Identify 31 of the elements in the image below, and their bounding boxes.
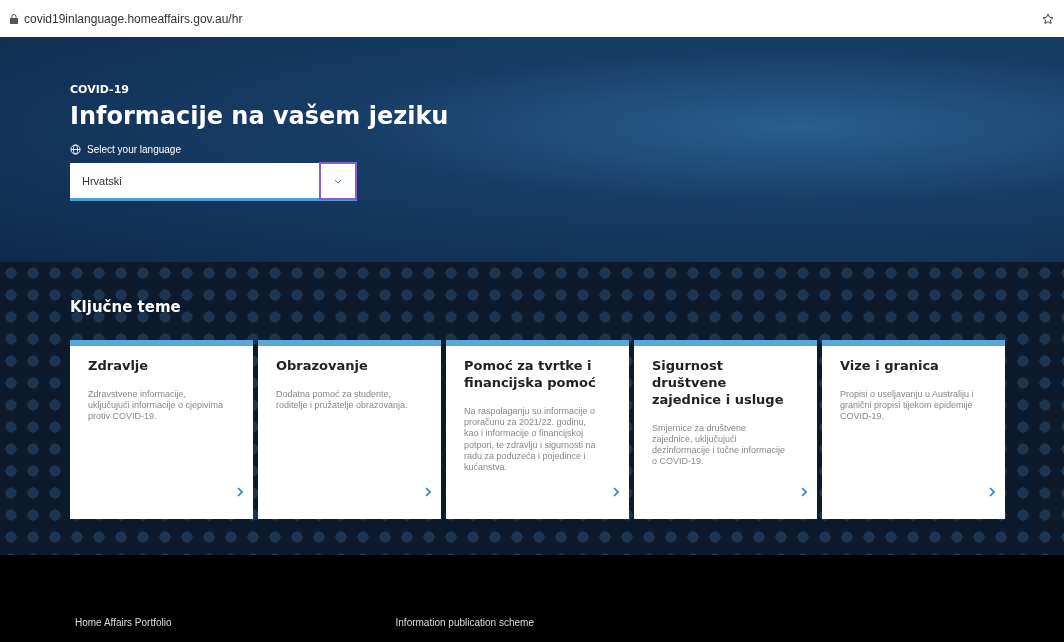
language-label: Select your language [87, 144, 181, 155]
card-title: Vize i granica [840, 358, 940, 375]
footer-link[interactable]: Home Affairs Portfolio [75, 617, 172, 642]
chevron-down-icon [334, 178, 342, 184]
dropdown-button[interactable] [319, 162, 357, 200]
chevron-right-icon [237, 487, 243, 497]
chevron-right-icon [801, 487, 807, 497]
topic-card[interactable] [446, 340, 629, 519]
card-title: Obrazovanje [276, 358, 369, 375]
card-title: Pomoć za tvrtke i financijska pomoć [464, 358, 597, 392]
topic-card[interactable]: Sigurnost društvene zajednice i usluge Smjernice za društvene zajednice, uključujući dezinformacije i točne informacije o COVID-19. [634, 340, 817, 519]
chevron-right-icon [613, 487, 619, 497]
card-description: Smjernice za društvene zajednice, uključujući dezinformacije i točne informacije o COVID-19. [652, 422, 787, 468]
lock-icon [10, 13, 18, 24]
chevron-right-icon [425, 487, 431, 497]
card-title: Zdravlje [88, 358, 150, 375]
eyebrow-text: COVID-19 [70, 83, 130, 96]
card-description: Zdravstvene informacije, uključujući informacije o cjepivima protiv COVID-19. [88, 388, 225, 423]
topic-card[interactable]: Vize i granica Propisi o useljavanju u Australiju i granični propisi tijekom epidemije COVID-19. [822, 340, 1005, 519]
card-description: Propisi o useljavanju u Australiju i granični propisi tijekom epidemije COVID-19. [840, 388, 975, 423]
card-title: Sigurnost društvene zajednice i usluge [652, 358, 785, 409]
page-title: Informacije na vašem jeziku [70, 102, 450, 130]
url-text: covid19inlanguage.homeaffairs.gov.au/hr [24, 11, 244, 26]
topic-card[interactable]: Zdravlje Zdravstvene informacije, uključujući informacije o cjepivima protiv COVID-19. [70, 340, 253, 519]
language-select[interactable]: Hrvatski [70, 163, 357, 201]
address-bar[interactable]: covid19inlanguage.homeaffairs.gov.au/hr [0, 0, 1064, 37]
footer-link[interactable]: Information publication scheme [395, 617, 534, 642]
globe-icon [70, 144, 81, 155]
section-heading: Ključne teme [70, 298, 182, 316]
star-icon[interactable] [1042, 12, 1054, 25]
chevron-right-icon [989, 487, 995, 497]
